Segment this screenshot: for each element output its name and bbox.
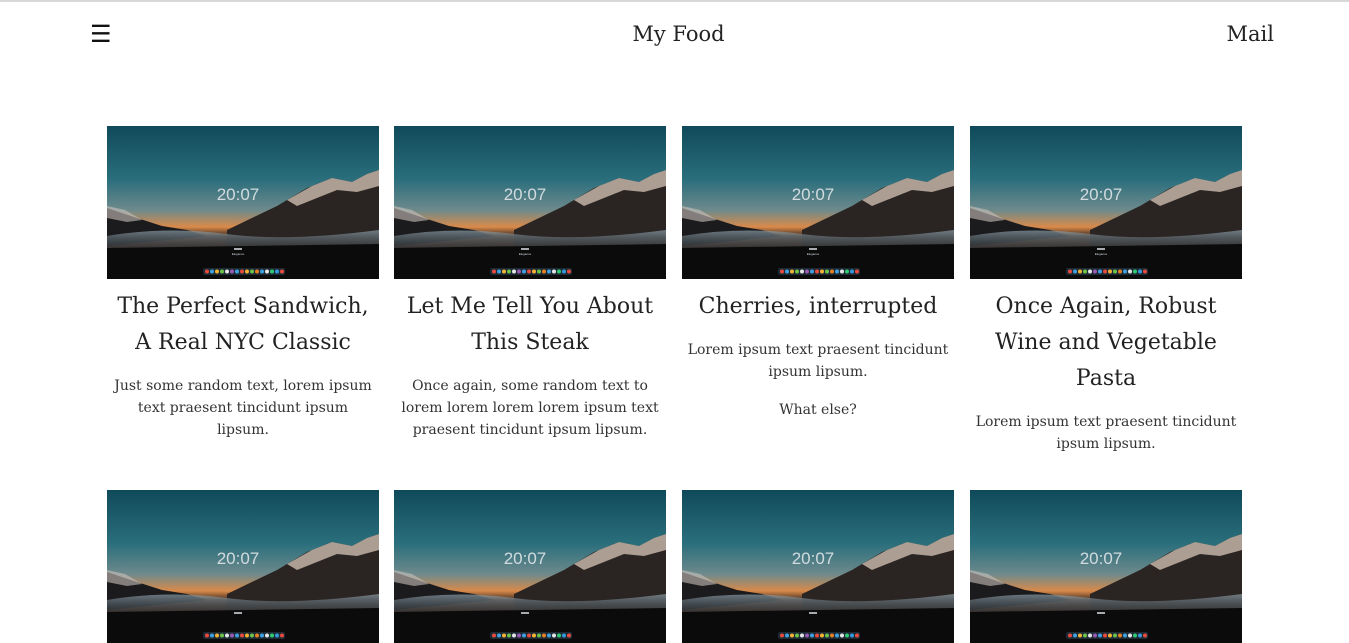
mail-link[interactable]: Mail (1227, 20, 1274, 48)
food-card[interactable]: 20:07 Elegance Let Me Tell You About Thi… (394, 126, 666, 441)
thumbnail-clock: 20:07 (792, 185, 835, 204)
mountain-landscape-image: 20:07 Elegance (682, 126, 954, 279)
header: ☰ My Food Mail (0, 2, 1349, 64)
food-card[interactable]: 20:07 (682, 490, 954, 643)
thumbnail-clock: 20:07 (1080, 185, 1123, 204)
card-image[interactable]: 20:07 Elegance (107, 126, 379, 279)
thumbnail-clock: 20:07 (217, 185, 260, 204)
food-card[interactable]: 20:07 (970, 490, 1242, 643)
food-card[interactable]: 20:07 (107, 490, 379, 643)
card-image[interactable]: 20:07 (107, 490, 379, 643)
thumbnail-clock: 20:07 (217, 549, 260, 568)
food-card[interactable]: 20:07 Elegance The Perfect Sandwich, A R… (107, 126, 379, 441)
mountain-landscape-image: 20:07 (394, 490, 666, 643)
card-image[interactable]: 20:07 Elegance (394, 126, 666, 279)
food-card[interactable]: 20:07 Elegance Cherries, interrupted Lor… (682, 126, 954, 421)
card-description: Lorem ipsum text praesent tincidunt ipsu… (975, 414, 1237, 452)
site-title[interactable]: My Food (0, 20, 1349, 48)
card-description: Just some random text, lorem ipsum text … (114, 378, 372, 438)
thumbnail-caption: Elegance (519, 252, 532, 256)
thumbnail-clock: 20:07 (792, 549, 835, 568)
card-image[interactable]: 20:07 (970, 490, 1242, 643)
card-title[interactable]: Cherries, interrupted (682, 289, 954, 325)
card-image[interactable]: 20:07 (394, 490, 666, 643)
food-card[interactable]: 20:07 Elegance Once Again, Robust Wine a… (970, 126, 1242, 455)
thumbnail-clock: 20:07 (1080, 549, 1123, 568)
card-title[interactable]: Let Me Tell You About This Steak (394, 289, 666, 361)
card-image[interactable]: 20:07 Elegance (970, 126, 1242, 279)
mountain-landscape-image: 20:07 Elegance (107, 126, 379, 279)
thumbnail-clock: 20:07 (504, 185, 547, 204)
thumbnail-caption: Elegance (807, 252, 820, 256)
card-description: Once again, some random text to lorem lo… (401, 378, 659, 438)
mountain-landscape-image: 20:07 Elegance (970, 126, 1242, 279)
thumbnail-clock: 20:07 (504, 549, 547, 568)
thumbnail-caption: Elegance (232, 252, 245, 256)
mountain-landscape-image: 20:07 Elegance (394, 126, 666, 279)
food-card[interactable]: 20:07 (394, 490, 666, 643)
card-extra-text: What else? (779, 402, 857, 418)
card-title[interactable]: The Perfect Sandwich, A Real NYC Classic (107, 289, 379, 361)
mountain-landscape-image: 20:07 (107, 490, 379, 643)
card-description: Lorem ipsum text praesent tincidunt ipsu… (687, 342, 949, 380)
card-title[interactable]: Once Again, Robust Wine and Vegetable Pa… (970, 289, 1242, 397)
mountain-landscape-image: 20:07 (970, 490, 1242, 643)
card-image[interactable]: 20:07 (682, 490, 954, 643)
card-image[interactable]: 20:07 Elegance (682, 126, 954, 279)
thumbnail-caption: Elegance (1095, 252, 1108, 256)
mountain-landscape-image: 20:07 (682, 490, 954, 643)
